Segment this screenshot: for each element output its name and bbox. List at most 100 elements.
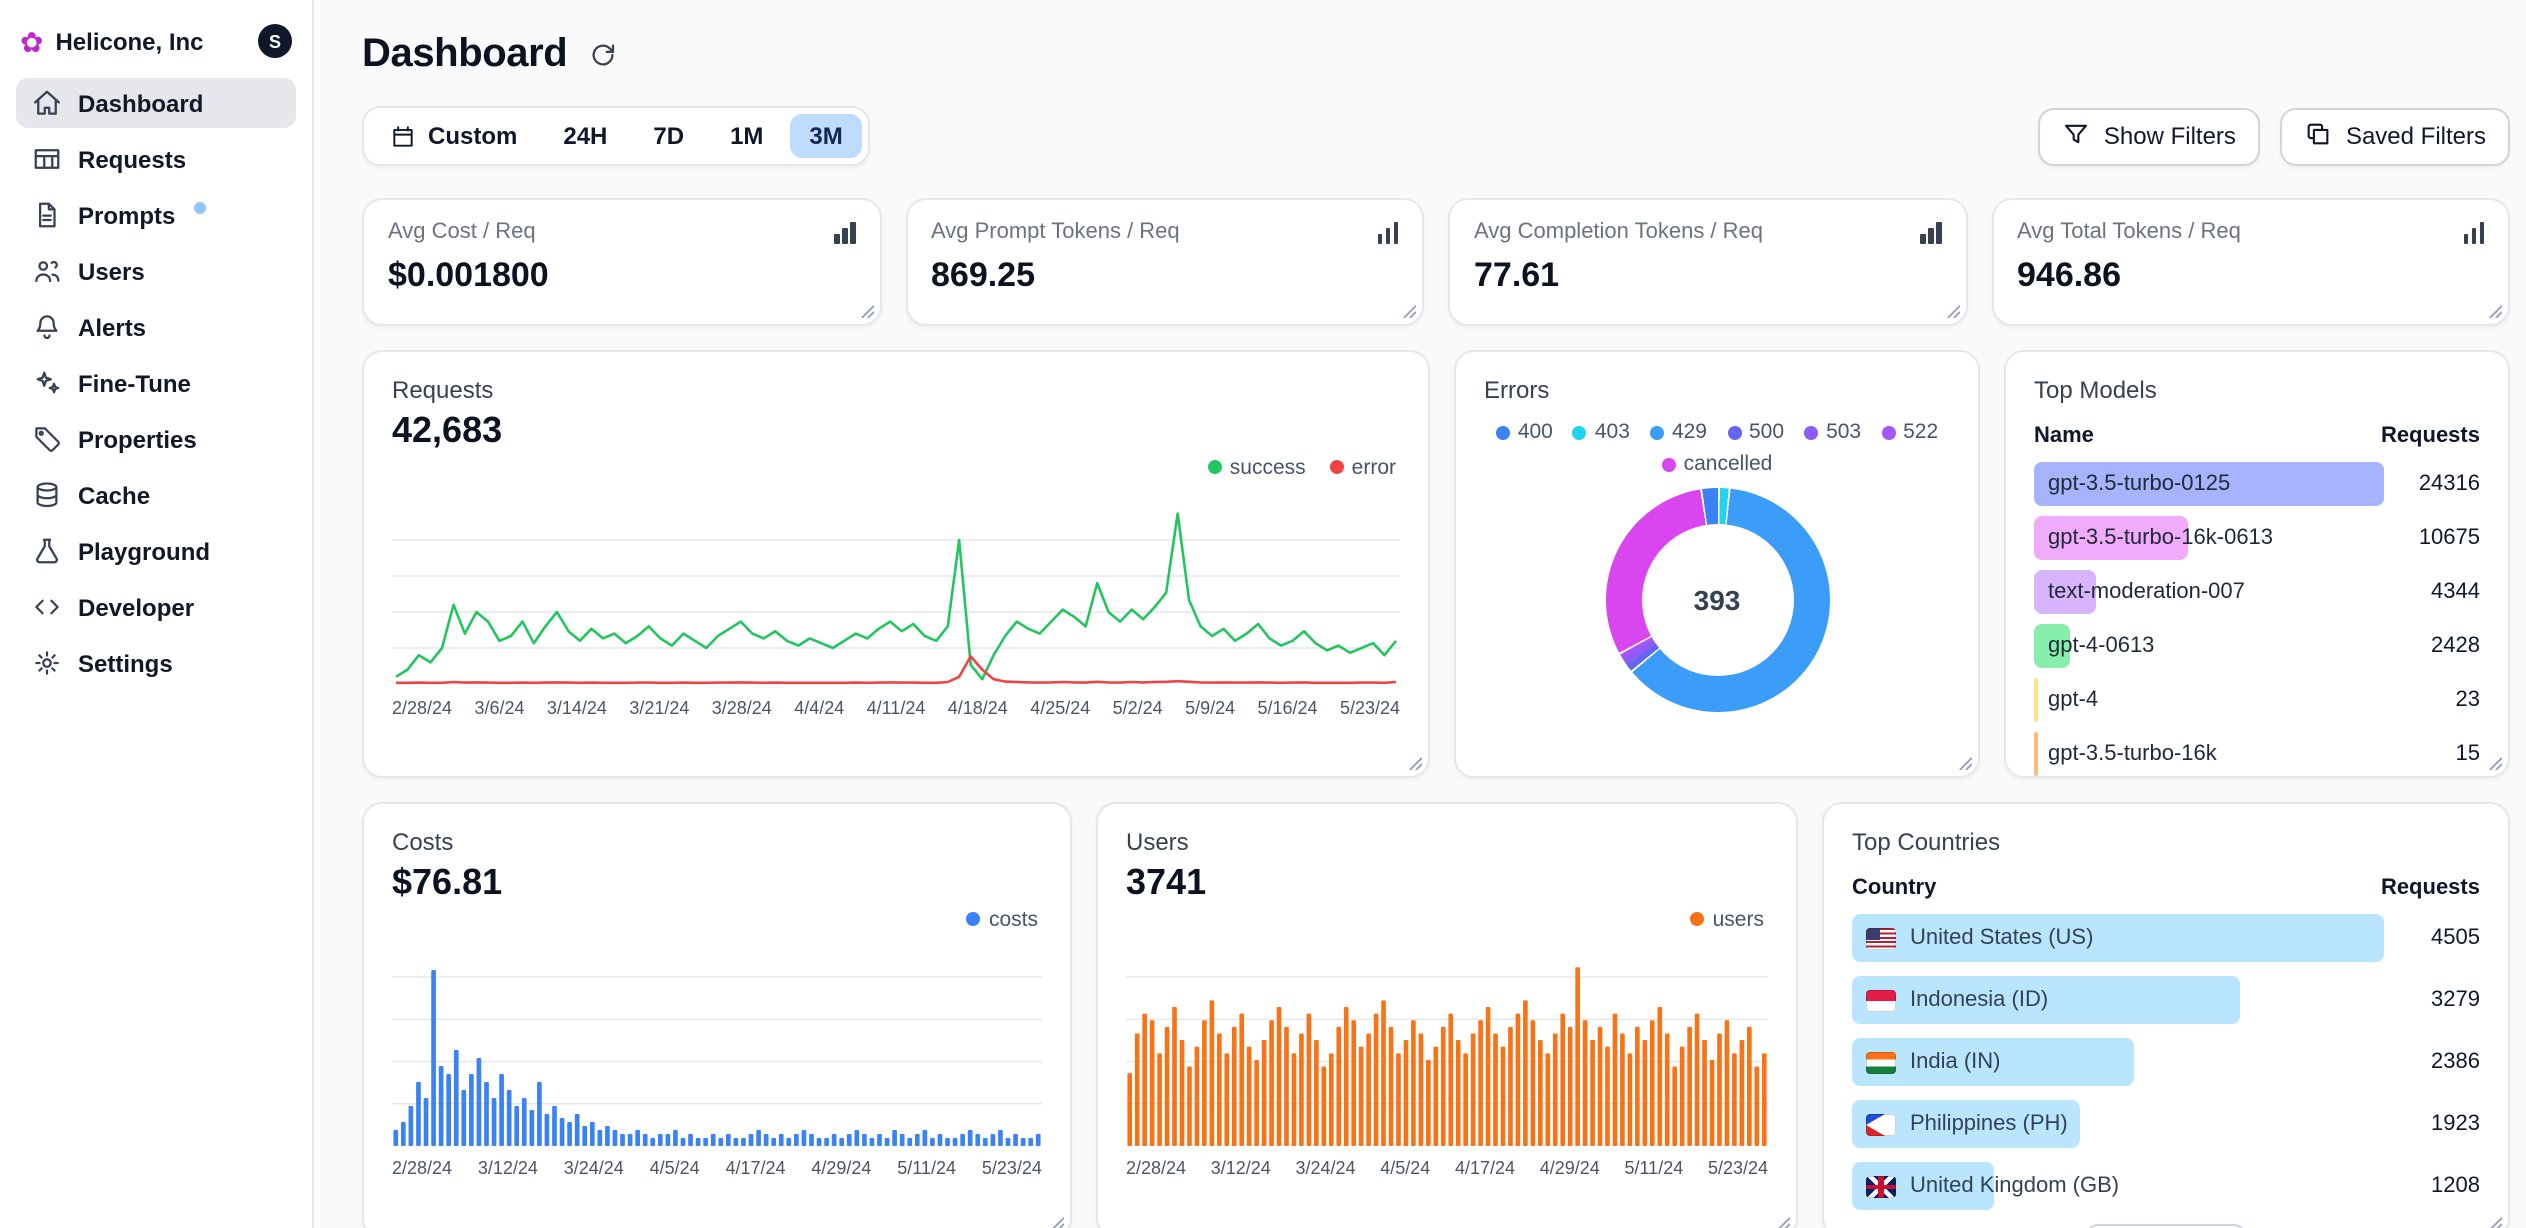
sidebar-item-settings[interactable]: Settings <box>16 638 296 688</box>
requests-x-axis: 2/28/24 3/6/24 3/14/24 3/21/24 3/28/24 4/4/24… <box>392 698 1400 718</box>
panel-title: Costs <box>392 828 454 856</box>
resize-handle-icon[interactable] <box>859 304 873 318</box>
axis-tick-label: 2/28/24 <box>392 698 453 718</box>
metric-label: Avg Cost / Req <box>388 220 536 244</box>
tag-icon <box>35 427 60 452</box>
column-header-requests: Requests <box>2380 876 2480 900</box>
costs-total: $76.81 <box>392 862 503 902</box>
resize-handle-icon[interactable] <box>1945 304 1959 318</box>
model-name: gpt-3.5-turbo-0125 <box>2048 472 2231 496</box>
panel-title: Requests <box>392 376 494 404</box>
country-name: Indonesia (ID) <box>1852 976 2384 1024</box>
metric-value: 77.61 <box>1474 256 1560 294</box>
sidebar: ✿ Helicone, Inc S Dashboard Requests Promp… <box>0 0 314 1228</box>
legend-dot-icon <box>1495 425 1510 439</box>
column-header-requests: Requests <box>2380 424 2480 448</box>
country-row: India (IN) 2386 <box>1852 1038 2480 1086</box>
show-filters-button[interactable]: Show Filters <box>2037 107 2260 165</box>
axis-tick-label: 5/11/24 <box>897 1158 956 1178</box>
panel-title: Top Models <box>2034 376 2157 404</box>
resize-handle-icon[interactable] <box>1408 756 1422 770</box>
time-range-3m[interactable]: 3M <box>789 114 863 158</box>
errors-legend: 400 403 429 500 503 522 cancelled <box>1492 420 1942 476</box>
country-row: Philippines (PH) 1923 <box>1852 1100 2480 1148</box>
document-icon <box>39 202 56 228</box>
resize-handle-icon[interactable] <box>1958 756 1972 770</box>
resize-handle-icon[interactable] <box>2488 304 2502 318</box>
database-icon <box>36 482 58 508</box>
panel-title: Users <box>1126 828 1189 856</box>
sidebar-item-fine-tune[interactable]: Fine-Tune <box>16 358 296 408</box>
metric-label: Avg Total Tokens / Req <box>2017 220 2241 244</box>
legend-dot-icon <box>1572 425 1587 439</box>
legend-dot-icon <box>1881 425 1896 439</box>
legend-dot-icon <box>966 912 981 926</box>
model-request-count: 24316 <box>2418 472 2480 496</box>
org-switcher[interactable]: ✿ Helicone, Inc S <box>16 16 296 78</box>
flag-id-icon <box>1866 989 1896 1011</box>
legend-item-400: 400 <box>1495 420 1553 444</box>
sidebar-item-playground[interactable]: Playground <box>16 526 296 576</box>
model-name: gpt-4 <box>2048 688 2099 712</box>
home-icon <box>34 90 60 115</box>
model-row: gpt-3.5-turbo-0125 24316 <box>2034 462 2480 506</box>
legend-dot-icon <box>1727 425 1741 439</box>
resize-handle-icon[interactable] <box>2488 756 2502 770</box>
country-request-count: 3279 <box>2431 988 2480 1012</box>
errors-donut-chart: 393 <box>1605 488 1829 712</box>
country-row: United States (US) 4505 <box>1852 914 2480 962</box>
time-range-7d[interactable]: 7D <box>633 114 704 158</box>
axis-tick-label: 3/12/24 <box>1210 1158 1271 1178</box>
user-avatar[interactable]: S <box>258 24 292 58</box>
resize-handle-icon[interactable] <box>2488 1216 2502 1228</box>
model-request-count: 15 <box>2455 742 2481 766</box>
sidebar-item-label: Requests <box>78 145 187 173</box>
model-name: gpt-4-0613 <box>2048 634 2155 658</box>
sidebar-item-properties[interactable]: Properties <box>16 414 296 464</box>
panel-title: Top Countries <box>1852 828 2001 856</box>
sidebar-item-requests[interactable]: Requests <box>16 134 296 184</box>
saved-filters-label: Saved Filters <box>2345 122 2486 150</box>
refresh-button[interactable] <box>587 40 617 70</box>
sidebar-item-users[interactable]: Users <box>16 246 296 296</box>
sidebar-item-developer[interactable]: Developer <box>16 582 296 632</box>
sidebar-item-prompts[interactable]: Prompts <box>16 190 296 240</box>
resize-handle-icon[interactable] <box>1402 304 1416 318</box>
flag-ph-icon <box>1866 1113 1896 1135</box>
time-range-custom[interactable]: Custom <box>370 114 537 158</box>
sidebar-item-label: Cache <box>78 481 151 509</box>
users-legend: users <box>1126 904 1764 934</box>
metric-card-avg-prompt-tokens-req: Avg Prompt Tokens / Req 869.25 <box>905 198 1424 326</box>
time-range-24h[interactable]: 24H <box>543 114 627 158</box>
sidebar-item-label: Fine-Tune <box>78 369 191 397</box>
model-request-count: 10675 <box>2418 526 2480 550</box>
time-range-1m[interactable]: 1M <box>710 114 783 158</box>
saved-filters-button[interactable]: Saved Filters <box>2279 107 2510 165</box>
costs-x-axis: 2/28/24 3/12/24 3/24/24 4/5/24 4/17/24 4/29/2… <box>392 1158 1042 1178</box>
time-range-label: Custom <box>428 122 518 150</box>
model-row: gpt-3.5-turbo-16k-0613 10675 <box>2034 516 2480 560</box>
model-row: gpt-4 23 <box>2034 678 2480 722</box>
axis-tick-label: 3/24/24 <box>1295 1158 1356 1178</box>
calendar-icon <box>393 125 413 146</box>
resize-handle-icon[interactable] <box>1776 1216 1790 1228</box>
sidebar-item-dashboard[interactable]: Dashboard <box>16 78 296 128</box>
show-all-button[interactable]: Show All <box>2085 1224 2247 1228</box>
helicone-logo-icon: ✿ <box>20 25 44 57</box>
resize-handle-icon[interactable] <box>1050 1216 1064 1228</box>
flag-in-icon <box>1866 1051 1896 1073</box>
table-icon <box>34 149 60 169</box>
legend-item-success: success <box>1207 455 1306 479</box>
legend-item-cancelled: cancelled <box>1661 452 1772 476</box>
users-panel: Users 3741 users 2/28/24 3/12/24 3/24/24 4/… <box>1096 802 1798 1228</box>
saved-filters-icon <box>2307 122 2329 144</box>
legend-dot-icon <box>1661 457 1676 471</box>
sidebar-item-cache[interactable]: Cache <box>16 470 296 520</box>
sidebar-item-label: Settings <box>78 649 173 677</box>
legend-item-costs: costs <box>966 907 1038 931</box>
main-content: Dashboard Custom 24H 7D 1M 3M Show Filters S… <box>314 0 2526 1228</box>
country-row: Indonesia (ID) 3279 <box>1852 976 2480 1024</box>
metric-card-avg-completion-tokens-req: Avg Completion Tokens / Req 77.61 <box>1448 198 1967 326</box>
legend-item-users: users <box>1690 907 1764 931</box>
sidebar-item-alerts[interactable]: Alerts <box>16 302 296 352</box>
